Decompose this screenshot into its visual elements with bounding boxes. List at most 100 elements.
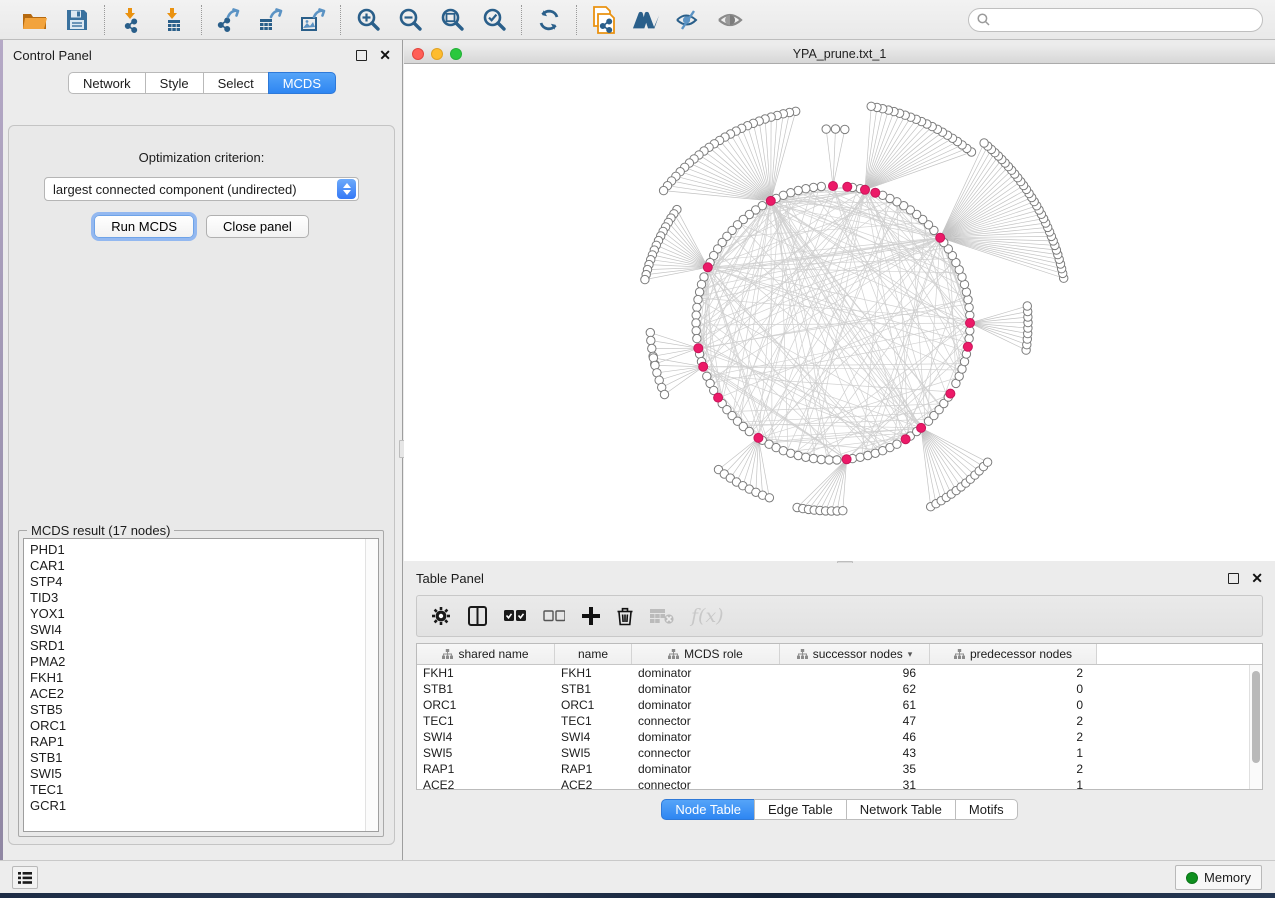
- mcds-result-item[interactable]: FKH1: [30, 670, 365, 686]
- tab-edge-table[interactable]: Edge Table: [754, 799, 846, 820]
- table-cell[interactable]: 1: [930, 745, 1097, 761]
- zoom-in-icon[interactable]: [354, 6, 382, 34]
- table-row[interactable]: ORC1ORC1dominator610: [417, 697, 1262, 713]
- table-cell[interactable]: 31: [780, 777, 930, 789]
- run-mcds-button[interactable]: Run MCDS: [94, 215, 194, 238]
- export-table-icon[interactable]: [257, 6, 285, 34]
- table-cell[interactable]: RAP1: [555, 761, 632, 777]
- table-row[interactable]: ACE2ACE2connector311: [417, 777, 1262, 789]
- column-header-predecessor-nodes[interactable]: predecessor nodes: [930, 644, 1097, 664]
- table-cell[interactable]: SWI5: [417, 745, 555, 761]
- table-cell[interactable]: 61: [780, 697, 930, 713]
- export-network-icon[interactable]: [215, 6, 243, 34]
- table-cell[interactable]: ORC1: [555, 697, 632, 713]
- tab-style[interactable]: Style: [145, 72, 203, 94]
- mcds-result-item[interactable]: SRD1: [30, 638, 365, 654]
- table-cell[interactable]: connector: [632, 713, 780, 729]
- import-table-icon[interactable]: [160, 6, 188, 34]
- mcds-result-item[interactable]: STB1: [30, 750, 365, 766]
- open-session-icon[interactable]: [21, 6, 49, 34]
- table-cell[interactable]: 2: [930, 761, 1097, 777]
- first-neighbors-icon[interactable]: [632, 6, 660, 34]
- table-cell[interactable]: 47: [780, 713, 930, 729]
- search-box[interactable]: [968, 8, 1263, 32]
- table-cell[interactable]: ORC1: [417, 697, 555, 713]
- export-image-icon[interactable]: [299, 6, 327, 34]
- float-table-panel-icon[interactable]: [1228, 573, 1239, 584]
- table-cell[interactable]: 62: [780, 681, 930, 697]
- table-cell[interactable]: 2: [930, 729, 1097, 745]
- panel-menu-button[interactable]: [12, 866, 38, 889]
- table-row[interactable]: RAP1RAP1dominator352: [417, 761, 1262, 777]
- table-row[interactable]: STB1STB1dominator620: [417, 681, 1262, 697]
- table-cell[interactable]: dominator: [632, 729, 780, 745]
- table-cell[interactable]: ACE2: [417, 777, 555, 789]
- tab-mcds[interactable]: MCDS: [268, 72, 336, 94]
- table-scrollbar[interactable]: [1249, 665, 1262, 789]
- table-cell[interactable]: SWI4: [555, 729, 632, 745]
- table-cell[interactable]: SWI5: [555, 745, 632, 761]
- save-session-icon[interactable]: [63, 6, 91, 34]
- table-cell[interactable]: FKH1: [417, 665, 555, 681]
- table-row[interactable]: FKH1FKH1dominator962: [417, 665, 1262, 681]
- close-panel-button[interactable]: Close panel: [206, 215, 309, 238]
- close-table-panel-icon[interactable]: ✕: [1251, 573, 1263, 584]
- delete-column-icon[interactable]: [617, 601, 633, 631]
- mcds-result-item[interactable]: PMA2: [30, 654, 365, 670]
- table-cell[interactable]: STB1: [417, 681, 555, 697]
- mcds-list-scrollbar[interactable]: [365, 539, 378, 831]
- table-cell[interactable]: TEC1: [417, 713, 555, 729]
- mcds-result-item[interactable]: TID3: [30, 590, 365, 606]
- mcds-result-item[interactable]: STP4: [30, 574, 365, 590]
- table-cell[interactable]: TEC1: [555, 713, 632, 729]
- table-row[interactable]: TEC1TEC1connector472: [417, 713, 1262, 729]
- table-cell[interactable]: 46: [780, 729, 930, 745]
- zoom-fit-icon[interactable]: [438, 6, 466, 34]
- mcds-result-item[interactable]: SWI5: [30, 766, 365, 782]
- table-cell[interactable]: 0: [930, 681, 1097, 697]
- show-graphics-details-icon[interactable]: [716, 6, 744, 34]
- column-header-name[interactable]: name: [555, 644, 632, 664]
- mcds-result-item[interactable]: ACE2: [30, 686, 365, 702]
- table-cell[interactable]: 2: [930, 713, 1097, 729]
- mcds-result-item[interactable]: ORC1: [30, 718, 365, 734]
- table-row[interactable]: SWI5SWI5connector431: [417, 745, 1262, 761]
- search-input[interactable]: [995, 13, 1254, 27]
- tab-network[interactable]: Network: [68, 72, 145, 94]
- float-panel-icon[interactable]: [356, 50, 367, 61]
- network-view-canvas[interactable]: [404, 64, 1275, 561]
- mcds-result-item[interactable]: RAP1: [30, 734, 365, 750]
- mcds-result-item[interactable]: CAR1: [30, 558, 365, 574]
- tab-node-table[interactable]: Node Table: [661, 799, 754, 820]
- zoom-out-icon[interactable]: [396, 6, 424, 34]
- settings-gear-icon[interactable]: [431, 601, 451, 631]
- clone-network-icon[interactable]: [590, 6, 618, 34]
- mcds-result-item[interactable]: GCR1: [30, 798, 365, 814]
- tab-network-table[interactable]: Network Table: [846, 799, 955, 820]
- column-header-shared-name[interactable]: shared name: [417, 644, 555, 664]
- criterion-dropdown[interactable]: largest connected component (undirected): [44, 177, 359, 201]
- table-cell[interactable]: FKH1: [555, 665, 632, 681]
- close-panel-icon[interactable]: ✕: [379, 50, 391, 61]
- tab-motifs[interactable]: Motifs: [955, 799, 1018, 820]
- table-cell[interactable]: SWI4: [417, 729, 555, 745]
- table-cell[interactable]: dominator: [632, 697, 780, 713]
- table-cell[interactable]: dominator: [632, 681, 780, 697]
- table-cell[interactable]: 43: [780, 745, 930, 761]
- mcds-result-item[interactable]: SWI4: [30, 622, 365, 638]
- column-header-successor-nodes[interactable]: successor nodes▾: [780, 644, 930, 664]
- table-cell[interactable]: 2: [930, 665, 1097, 681]
- table-cell[interactable]: 1: [930, 777, 1097, 789]
- table-cell[interactable]: ACE2: [555, 777, 632, 789]
- table-cell[interactable]: 96: [780, 665, 930, 681]
- table-scrollbar-thumb[interactable]: [1252, 671, 1260, 763]
- mcds-result-list[interactable]: PHD1CAR1STP4TID3YOX1SWI4SRD1PMA2FKH1ACE2…: [24, 539, 365, 831]
- memory-button[interactable]: Memory: [1175, 865, 1262, 890]
- apply-layout-icon[interactable]: [535, 6, 563, 34]
- table-cell[interactable]: 35: [780, 761, 930, 777]
- deselect-all-icon[interactable]: [543, 601, 565, 631]
- table-cell[interactable]: 0: [930, 697, 1097, 713]
- table-cell[interactable]: dominator: [632, 761, 780, 777]
- tab-select[interactable]: Select: [203, 72, 268, 94]
- table-cell[interactable]: connector: [632, 777, 780, 789]
